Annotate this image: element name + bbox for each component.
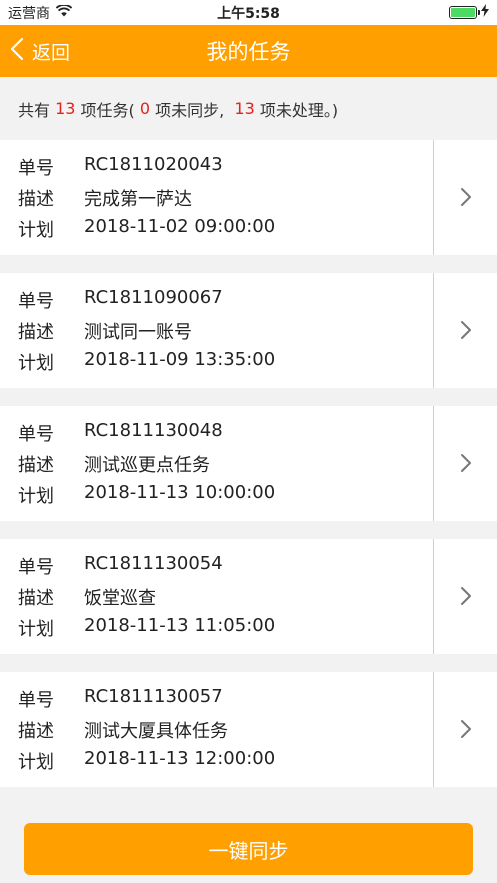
total-count: 13 bbox=[55, 99, 76, 118]
task-card[interactable]: 单号 RC1811020043 描述 完成第一萨达 计划 2018-11-02 09:… bbox=[0, 140, 497, 255]
number-label: 单号 bbox=[18, 424, 54, 445]
nav-bar: 返回 我的任务 bbox=[0, 25, 497, 77]
vertical-divider bbox=[433, 273, 434, 388]
vertical-divider bbox=[433, 406, 434, 521]
plan-label: 计划 bbox=[18, 619, 54, 640]
desc-label: 描述 bbox=[18, 588, 54, 609]
task-desc-row: 描述 测试巡更点任务 bbox=[18, 451, 210, 477]
status-left: 运营商 bbox=[8, 3, 73, 23]
task-number: RC1811020043 bbox=[84, 154, 223, 175]
desc-label: 描述 bbox=[18, 455, 54, 476]
unprocessed-count: 13 bbox=[234, 99, 255, 118]
task-desc-row: 描述 完成第一萨达 bbox=[18, 185, 192, 211]
carrier-name: 运营商 bbox=[8, 5, 50, 22]
number-label: 单号 bbox=[18, 158, 54, 179]
number-label: 单号 bbox=[18, 557, 54, 578]
chevron-right-icon bbox=[455, 584, 477, 608]
task-card[interactable]: 单号 RC1811090067 描述 测试同一账号 计划 2018-11-09 13:… bbox=[0, 273, 497, 388]
task-number: RC1811130048 bbox=[84, 420, 223, 441]
task-plan: 2018-11-09 13:35:00 bbox=[84, 349, 276, 370]
vertical-divider bbox=[433, 539, 434, 654]
task-plan-row: 计划 2018-11-13 10:00:00 bbox=[18, 482, 275, 508]
task-number: RC1811090067 bbox=[84, 287, 223, 308]
task-plan-row: 计划 2018-11-02 09:00:00 bbox=[18, 216, 275, 242]
chevron-right-icon bbox=[455, 717, 477, 741]
task-plan-row: 计划 2018-11-13 12:00:00 bbox=[18, 748, 275, 774]
plan-label: 计划 bbox=[18, 353, 54, 374]
task-plan-row: 计划 2018-11-09 13:35:00 bbox=[18, 349, 275, 375]
task-summary: 共有 13 项任务( 0 项未同步, 13 项未处理。) bbox=[0, 77, 497, 140]
desc-label: 描述 bbox=[18, 721, 54, 742]
number-label: 单号 bbox=[18, 291, 54, 312]
task-desc-row: 描述 测试同一账号 bbox=[18, 318, 192, 344]
task-desc: 测试同一账号 bbox=[84, 322, 192, 343]
task-number: RC1811130054 bbox=[84, 553, 223, 574]
task-number-row: 单号 RC1811130057 bbox=[18, 686, 223, 712]
task-number-row: 单号 RC1811130054 bbox=[18, 553, 223, 579]
summary-suffix: 项未处理。) bbox=[254, 100, 339, 120]
task-plan: 2018-11-13 12:00:00 bbox=[84, 748, 276, 769]
summary-prefix: 共有 bbox=[18, 100, 56, 120]
back-button[interactable]: 返回 bbox=[10, 25, 70, 77]
plan-label: 计划 bbox=[18, 220, 54, 241]
battery-icon bbox=[449, 6, 480, 19]
task-desc: 测试巡更点任务 bbox=[84, 455, 210, 476]
wifi-icon bbox=[55, 3, 73, 21]
vertical-divider bbox=[433, 140, 434, 255]
task-number-row: 单号 RC1811130048 bbox=[18, 420, 223, 446]
summary-mid1: 项任务( bbox=[75, 100, 140, 120]
task-card[interactable]: 单号 RC1811130048 描述 测试巡更点任务 计划 2018-11-13 10… bbox=[0, 406, 497, 521]
task-list: 单号 RC1811020043 描述 完成第一萨达 计划 2018-11-02 09:… bbox=[0, 140, 497, 805]
task-plan: 2018-11-02 09:00:00 bbox=[84, 216, 276, 237]
number-label: 单号 bbox=[18, 690, 54, 711]
status-right bbox=[449, 4, 489, 21]
task-desc: 饭堂巡查 bbox=[84, 588, 156, 609]
chevron-left-icon bbox=[10, 37, 24, 66]
page-title: 我的任务 bbox=[206, 40, 291, 64]
chevron-right-icon bbox=[455, 451, 477, 475]
task-card[interactable]: 单号 RC1811130057 描述 测试大厦具体任务 计划 2018-11-13 1… bbox=[0, 672, 497, 787]
task-number: RC1811130057 bbox=[84, 686, 223, 707]
back-label: 返回 bbox=[32, 41, 71, 64]
plan-label: 计划 bbox=[18, 752, 54, 773]
task-number-row: 单号 RC1811020043 bbox=[18, 154, 223, 180]
task-desc-row: 描述 测试大厦具体任务 bbox=[18, 717, 228, 743]
status-bar: 运营商 上午5:58 bbox=[0, 0, 497, 25]
task-number-row: 单号 RC1811090067 bbox=[18, 287, 223, 313]
unsynced-count: 0 bbox=[139, 99, 151, 118]
task-plan: 2018-11-13 10:00:00 bbox=[84, 482, 276, 503]
summary-mid2: 项未同步, bbox=[150, 100, 235, 120]
task-card[interactable]: 单号 RC1811130054 描述 饭堂巡查 计划 2018-11-13 11:05… bbox=[0, 539, 497, 654]
plan-label: 计划 bbox=[18, 486, 54, 507]
chevron-right-icon bbox=[455, 185, 477, 209]
desc-label: 描述 bbox=[18, 322, 54, 343]
task-plan: 2018-11-13 11:05:00 bbox=[84, 615, 276, 636]
task-desc: 完成第一萨达 bbox=[84, 189, 192, 210]
charging-icon bbox=[481, 4, 489, 21]
status-time: 上午5:58 bbox=[217, 5, 280, 22]
task-desc: 测试大厦具体任务 bbox=[84, 721, 228, 742]
sync-all-button[interactable]: 一键同步 bbox=[24, 823, 473, 875]
task-desc-row: 描述 饭堂巡查 bbox=[18, 584, 156, 610]
chevron-right-icon bbox=[455, 318, 477, 342]
vertical-divider bbox=[433, 672, 434, 787]
task-plan-row: 计划 2018-11-13 11:05:00 bbox=[18, 615, 275, 641]
desc-label: 描述 bbox=[18, 189, 54, 210]
